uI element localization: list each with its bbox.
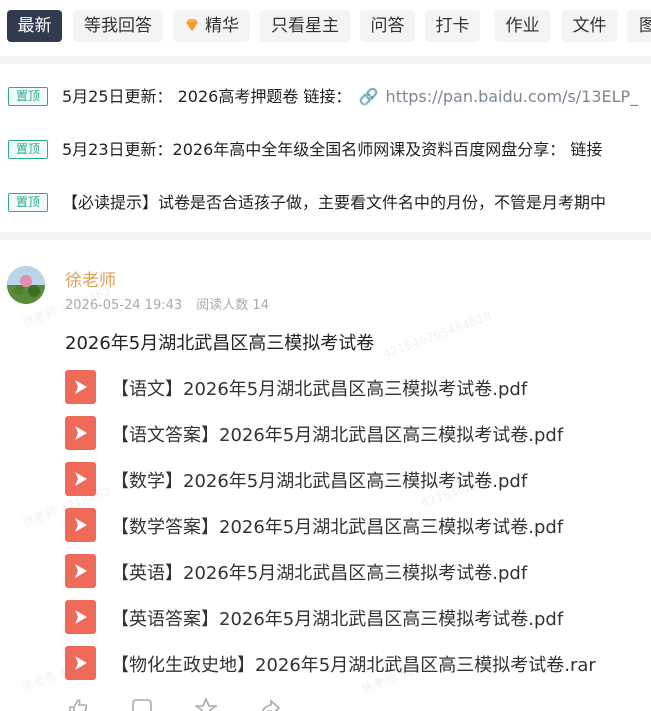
link-icon: 🔗 — [358, 87, 379, 106]
post-title: 2026年5月湖北武昌区高三模拟考试卷 — [65, 333, 375, 354]
file-attachment[interactable]: 【语文】2026年5月湖北武昌区高三模拟考试卷.pdf — [65, 370, 651, 404]
pinned-post[interactable]: 置顶 5月23日更新：2026年高中全年级全国名师网课及资料百度网盘分享： 链接 — [0, 132, 651, 168]
read-count: 阅读人数 14 — [196, 298, 269, 313]
file-name: 【数学】2026年5月湖北武昌区高三模拟考试卷.pdf — [111, 471, 528, 492]
tab-featured[interactable]: 精华 — [173, 10, 250, 42]
comment-icon[interactable] — [131, 698, 153, 711]
file-attachment[interactable]: 【语文答案】2026年5月湖北武昌区高三模拟考试卷.pdf — [65, 416, 651, 450]
pinned-text: 5月23日更新：2026年高中全年级全国名师网课及资料百度网盘分享： 链接 — [62, 140, 603, 159]
tab-files[interactable]: 文件 — [562, 10, 617, 42]
pdf-file-icon — [65, 554, 96, 588]
pinned-text: 5月25日更新： 2026高考押题卷 链接： 🔗 https://pan.bai… — [62, 87, 639, 106]
tab-images[interactable]: 图 — [627, 10, 651, 42]
pdf-file-icon — [65, 508, 96, 542]
pdf-file-icon — [65, 600, 96, 634]
file-attachment[interactable]: 【数学】2026年5月湖北武昌区高三模拟考试卷.pdf — [65, 462, 651, 496]
author-name[interactable]: 徐老师 — [65, 266, 116, 291]
like-icon[interactable] — [67, 698, 89, 711]
tab-owner-only[interactable]: 只看星主 — [260, 10, 350, 42]
tab-checkin[interactable]: 打卡 — [425, 10, 480, 42]
pdf-file-icon — [65, 370, 96, 404]
divider — [0, 232, 651, 240]
filter-tabs: 最新 等我回答 精华 只看星主 问答 打卡 作业 文件 图 — [0, 0, 651, 50]
pdf-file-icon — [65, 416, 96, 450]
post-datetime: 2026-05-24 19:43 — [65, 298, 183, 313]
pdf-file-icon — [65, 646, 96, 680]
pinned-text: 【必读提示】试卷是否合适孩子做，主要看文件名中的月份，不管是月考期中 — [62, 193, 607, 212]
avatar[interactable] — [7, 266, 45, 304]
file-name: 【语文】2026年5月湖北武昌区高三模拟考试卷.pdf — [111, 379, 528, 400]
file-attachment[interactable]: 【数学答案】2026年5月湖北武昌区高三模拟考试卷.pdf — [65, 508, 651, 542]
post-card: 徐老师 4218462 421846265484818 徐老师 4218462 … — [0, 248, 651, 711]
file-name: 【英语】2026年5月湖北武昌区高三模拟考试卷.pdf — [111, 563, 528, 584]
divider — [0, 56, 651, 64]
tab-latest[interactable]: 最新 — [7, 10, 62, 42]
file-name: 【英语答案】2026年5月湖北武昌区高三模拟考试卷.pdf — [111, 609, 564, 630]
file-name: 【数学答案】2026年5月湖北武昌区高三模拟考试卷.pdf — [111, 517, 564, 538]
pinned-badge: 置顶 — [8, 140, 48, 159]
file-attachment[interactable]: 【英语答案】2026年5月湖北武昌区高三模拟考试卷.pdf — [65, 600, 651, 634]
pinned-post[interactable]: 置顶 5月25日更新： 2026高考押题卷 链接： 🔗 https://pan.… — [0, 79, 651, 115]
file-name: 【物化生政史地】2026年5月湖北武昌区高三模拟考试卷.rar — [111, 655, 596, 676]
pinned-link[interactable]: https://pan.baidu.com/s/13ELP_ — [386, 87, 639, 106]
pinned-post[interactable]: 置顶 【必读提示】试卷是否合适孩子做，主要看文件名中的月份，不管是月考期中 — [0, 185, 651, 221]
file-attachment[interactable]: 【物化生政史地】2026年5月湖北武昌区高三模拟考试卷.rar — [65, 646, 651, 680]
share-icon[interactable] — [259, 698, 281, 711]
post-meta: 2026-05-24 19:43 阅读人数 14 — [65, 294, 269, 313]
tab-waiting-answer[interactable]: 等我回答 — [73, 10, 163, 42]
file-name: 【语文答案】2026年5月湖北武昌区高三模拟考试卷.pdf — [111, 425, 564, 446]
file-attachment[interactable]: 【英语】2026年5月湖北武昌区高三模拟考试卷.pdf — [65, 554, 651, 588]
pdf-file-icon — [65, 462, 96, 496]
gem-icon — [186, 19, 198, 31]
pinned-badge: 置顶 — [8, 193, 48, 212]
star-icon[interactable] — [193, 696, 219, 711]
avatar-image — [7, 266, 45, 304]
tab-homework[interactable]: 作业 — [495, 10, 550, 42]
tab-qa[interactable]: 问答 — [360, 10, 415, 42]
pinned-badge: 置顶 — [8, 87, 48, 106]
